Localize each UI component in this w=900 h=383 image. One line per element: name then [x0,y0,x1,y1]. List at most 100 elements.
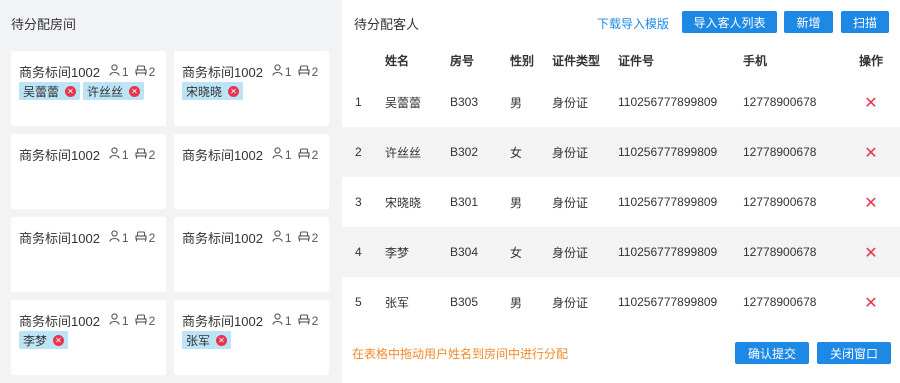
close-window-button[interactable]: 关闭窗口 [817,342,891,364]
remove-circle-icon[interactable]: ✕ [53,334,65,346]
bed-icon [135,64,149,79]
cell-id-number: 110256777899809 [618,295,718,309]
col-header-gender: 性别 [510,44,552,77]
guest-panel: 待分配客人 下载导入模版 导入客人列表 新增 扫描 姓名 房号 性别 证件类型 … [342,0,900,383]
cell-id-type: 身份证 [552,145,589,160]
cell-index: 5 [355,295,362,309]
cell-name[interactable]: 李梦 [385,227,450,277]
cell-room: B304 [450,245,479,259]
table-row[interactable]: 3 宋晓晓 B301 男 身份证 110256777899809 12778900678 ✕ [342,177,900,227]
occupant-count: 1 [272,230,292,245]
room-header: 商务标间1002 1 2 [182,145,318,164]
occupant-count: 1 [109,313,129,328]
table-row[interactable]: 4 李梦 B304 女 身份证 110256777899809 12778900678 ✕ [342,227,900,277]
bed-icon [135,147,149,162]
remove-circle-icon[interactable]: ✕ [216,334,228,346]
cell-gender: 男 [510,95,523,110]
delete-x-icon[interactable]: ✕ [864,93,877,112]
cell-name[interactable]: 张军 [385,277,450,327]
cell-index: 1 [355,95,362,109]
guest-tag-name: 吴蕾蕾 [23,84,60,99]
drag-hint: 在表格中拖动用户姓名到房间中进行分配 [352,347,569,361]
cell-room: B302 [450,145,479,159]
room-guest-list: 吴蕾蕾 ✕ 许丝丝 ✕ [19,82,145,100]
room-header: 商务标间1002 1 2 [182,311,318,330]
cell-id-type: 身份证 [552,195,589,210]
remove-circle-icon[interactable]: ✕ [129,85,141,97]
room-name: 商务标间1002 [182,314,263,329]
person-icon [272,313,285,328]
download-template-link[interactable]: 下载导入模版 [597,15,669,32]
col-header-phone: 手机 [740,44,842,77]
room-panel-title: 待分配房间 [11,17,77,32]
person-icon [109,64,122,79]
cell-name[interactable]: 吴蕾蕾 [385,77,450,127]
room-name: 商务标间1002 [182,148,263,163]
occupant-count: 1 [272,64,292,79]
delete-x-icon[interactable]: ✕ [864,293,877,312]
bed-icon [298,147,312,162]
person-icon [272,64,285,79]
person-icon [272,147,285,162]
room-card[interactable]: 商务标间1002 1 2 宋晓晓 ✕ [174,51,329,126]
table-header-row: 姓名 房号 性别 证件类型 证件号 手机 操作 [342,44,900,77]
table-row[interactable]: 2 许丝丝 B302 女 身份证 110256777899809 12778900678 ✕ [342,127,900,177]
bed-count: 2 [298,65,318,79]
confirm-submit-button[interactable]: 确认提交 [735,342,809,364]
person-icon [109,313,122,328]
cell-id-type: 身份证 [552,95,589,110]
room-card[interactable]: 商务标间1002 1 2 吴蕾蕾 ✕ 许丝丝 ✕ [11,51,166,126]
add-button[interactable]: 新增 [784,11,833,33]
bed-count: 2 [135,147,155,162]
delete-x-icon[interactable]: ✕ [864,193,877,212]
room-header: 商务标间1002 1 2 [19,145,155,164]
room-card[interactable]: 商务标间1002 1 2 [11,217,166,292]
cell-phone: 12778900678 [743,295,817,309]
bed-count: 2 [298,314,318,328]
occupant-count: 1 [109,147,129,162]
cell-actions: ✕ [842,227,900,277]
cell-id-number: 110256777899809 [618,95,718,109]
remove-circle-icon[interactable]: ✕ [65,85,77,97]
bed-icon [298,230,312,245]
room-card[interactable]: 商务标间1002 1 2 张军 ✕ [174,300,329,375]
guest-tag[interactable]: 许丝丝 ✕ [83,82,145,100]
room-card[interactable]: 商务标间1002 1 2 李梦 ✕ [11,300,166,375]
person-icon [109,230,122,245]
guest-tag[interactable]: 李梦 ✕ [19,331,69,349]
room-card[interactable]: 商务标间1002 1 2 [11,134,166,209]
table-row[interactable]: 5 张军 B305 男 身份证 110256777899809 12778900678 ✕ [342,277,900,327]
cell-actions: ✕ [842,277,900,327]
room-header: 商务标间1002 1 2 [19,228,155,247]
scan-button[interactable]: 扫描 [841,11,889,33]
cell-index: 3 [355,195,362,209]
room-guest-list: 宋晓晓 ✕ [182,82,244,100]
cell-actions: ✕ [842,127,900,177]
bed-count: 2 [298,230,318,245]
person-icon [109,147,122,162]
col-header-index [342,44,385,77]
room-card[interactable]: 商务标间1002 1 2 [174,217,329,292]
delete-x-icon[interactable]: ✕ [864,143,877,162]
guest-panel-title: 待分配客人 [354,17,420,32]
cell-actions: ✕ [842,177,900,227]
table-row[interactable]: 1 吴蕾蕾 B303 男 身份证 110256777899809 12778900678 ✕ [342,77,900,127]
bed-icon [135,230,149,245]
delete-x-icon[interactable]: ✕ [864,243,877,262]
room-panel: 待分配房间 商务标间1002 1 2 吴蕾蕾 ✕ 许丝丝 ✕ 商务标间1002 1 2 宋晓晓 ✕ 商务… [0,0,342,383]
remove-circle-icon[interactable]: ✕ [228,85,240,97]
guest-tag[interactable]: 宋晓晓 ✕ [182,82,244,100]
cell-id-number: 110256777899809 [618,195,718,209]
cell-name[interactable]: 宋晓晓 [385,177,450,227]
guest-tag[interactable]: 吴蕾蕾 ✕ [19,82,81,100]
col-header-id-number: 证件号 [618,44,740,77]
cell-index: 2 [355,145,362,159]
guest-tag[interactable]: 张军 ✕ [182,331,232,349]
cell-actions: ✕ [842,77,900,127]
room-guest-list: 张军 ✕ [182,331,232,349]
room-header: 商务标间1002 1 2 [19,311,155,330]
cell-name[interactable]: 许丝丝 [385,127,450,177]
col-header-id-type: 证件类型 [552,44,618,77]
room-card[interactable]: 商务标间1002 1 2 [174,134,329,209]
import-guests-button[interactable]: 导入客人列表 [682,11,777,33]
